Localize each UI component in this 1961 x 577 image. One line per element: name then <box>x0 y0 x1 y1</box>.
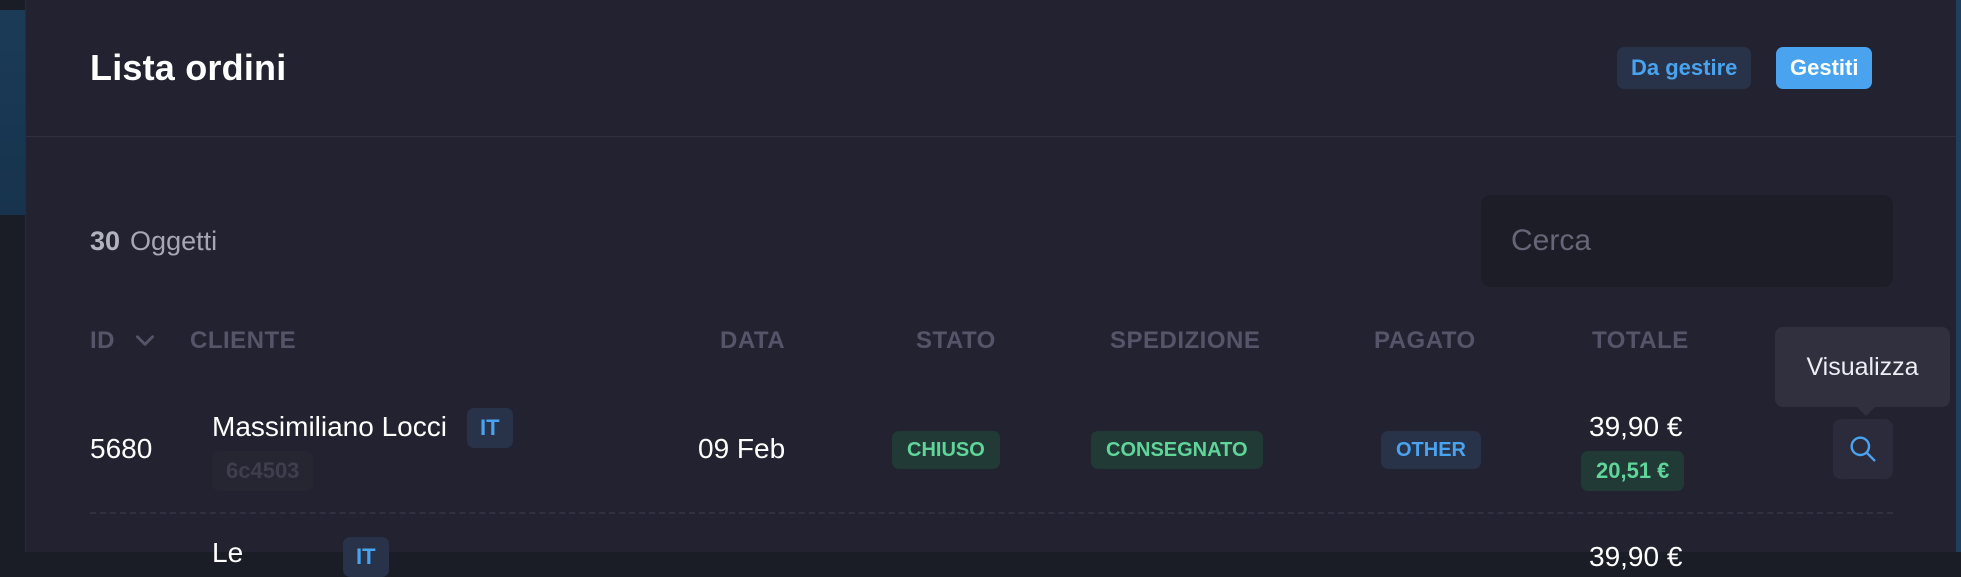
view-order-button[interactable] <box>1833 419 1893 479</box>
column-header-id[interactable]: ID <box>90 327 115 355</box>
column-header-pagato[interactable]: PAGATO <box>1374 327 1476 355</box>
panel-header: Lista ordini Da gestire Gestiti <box>26 0 1956 137</box>
items-count: 30 Oggetti <box>90 226 217 257</box>
customer-language-badge: IT <box>343 537 389 577</box>
chevron-down-icon[interactable] <box>132 327 158 353</box>
row-divider <box>90 512 1893 514</box>
column-header-spedizione[interactable]: SPEDIZIONE <box>1110 327 1260 355</box>
items-count-label: Oggetti <box>130 226 218 256</box>
search-input[interactable] <box>1481 195 1893 287</box>
customer-name: Massimiliano Locci <box>212 411 447 442</box>
order-net-total: 20,51 € <box>1581 451 1685 491</box>
order-total: 39,90 € <box>1589 541 1683 572</box>
order-date: 09 Feb <box>698 433 786 464</box>
customer-name: Le <box>212 537 244 568</box>
column-header-cliente[interactable]: CLIENTE <box>190 327 296 355</box>
column-header-totale[interactable]: TOTALE <box>1592 327 1689 355</box>
orders-panel: Lista ordini Da gestire Gestiti 30 Oggett… <box>25 0 1956 577</box>
tooltip-arrow <box>1856 406 1876 416</box>
order-id: 5680 <box>90 433 153 464</box>
order-total: 39,90 € <box>1589 411 1683 442</box>
shipping-badge: CONSEGNATO <box>1091 431 1263 469</box>
payment-badge: OTHER <box>1381 431 1481 469</box>
customer-reference: 6c4503 <box>212 451 314 491</box>
column-header-data[interactable]: DATA <box>720 327 785 355</box>
items-count-number: 30 <box>90 226 121 256</box>
customer-language-badge: IT <box>467 408 513 448</box>
status-badge: CHIUSO <box>892 431 1000 469</box>
page-title: Lista ordini <box>90 47 287 88</box>
column-header-stato[interactable]: STATO <box>916 327 996 355</box>
search-icon <box>1850 436 1876 462</box>
filter-done-button[interactable]: Gestiti <box>1776 47 1873 89</box>
tooltip: Visualizza <box>1775 327 1950 407</box>
filter-pending-button[interactable]: Da gestire <box>1617 47 1752 89</box>
